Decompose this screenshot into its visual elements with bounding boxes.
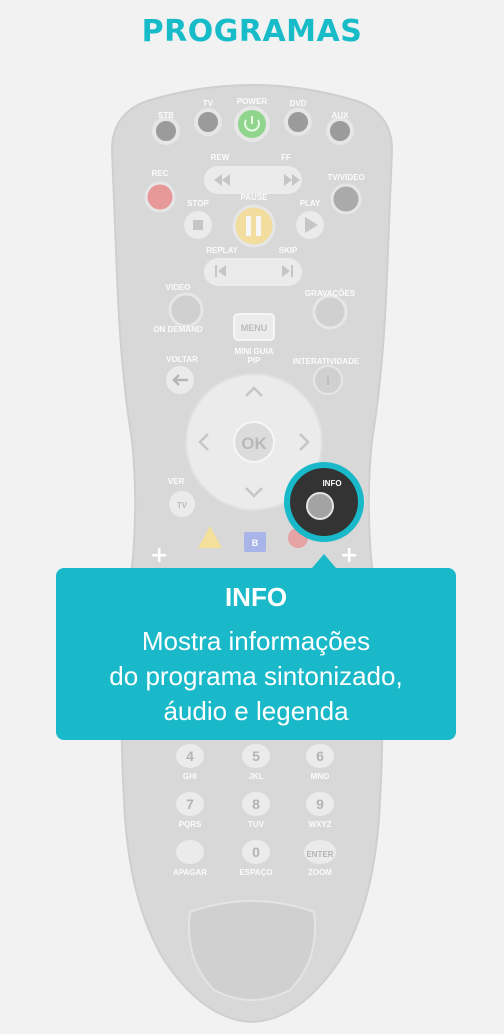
key-number-label: 4 [186, 748, 194, 764]
callout-title: INFO [224, 582, 288, 612]
key-sub-label: APAGAR [173, 868, 207, 877]
key-number-label: 7 [186, 796, 194, 812]
mini-guia-label: MINI GUIA [234, 347, 273, 356]
gravacoes-button[interactable] [312, 294, 348, 330]
play-button[interactable] [296, 211, 324, 239]
key-apagar-button[interactable] [176, 840, 204, 864]
key-sub-label: ESPAÇO [239, 868, 272, 877]
pause-label: PAUSE [241, 193, 269, 202]
aux-label: AUX [332, 111, 350, 120]
aux-button[interactable] [326, 117, 354, 145]
keypad: 4 GHI 5 JKL 6 MNO 7 PQRS 8 TUV 9 WXYZ APAGAR 0 ESPAÇO E… [173, 744, 336, 877]
play-label: PLAY [300, 199, 321, 208]
stop-icon [193, 220, 203, 230]
remote-control: STB TV POWER DVD AUX REW FF REC TV/VIDEO… [110, 84, 394, 1024]
tv-label: TV [203, 99, 214, 108]
voltar-label: VOLTAR [166, 355, 198, 364]
key-sub-label: TUV [248, 820, 265, 829]
stb-button[interactable] [152, 117, 180, 145]
skip-label: SKIP [279, 246, 298, 255]
key-sub-label: GHI [183, 772, 197, 781]
gravacoes-label: GRAVAÇÕES [305, 289, 356, 298]
stop-button[interactable] [184, 211, 212, 239]
stb-label: STB [158, 111, 174, 120]
key-number-label: 6 [316, 748, 324, 764]
ver-label: VER [168, 477, 185, 486]
video-on-demand-button[interactable] [168, 292, 204, 328]
info-callout: INFO Mostra informações do programa sint… [56, 568, 456, 740]
video-label: VIDEO [166, 283, 191, 292]
info-button-label: INFO [322, 479, 341, 488]
tv-button[interactable] [194, 108, 222, 136]
replay-label: REPLAY [206, 246, 238, 255]
callout-description: Mostra informações do programa sintoniza… [109, 626, 403, 726]
key-sub-label: WXYZ [308, 820, 331, 829]
plus-left: + [150, 543, 169, 568]
plus-right: + [340, 543, 359, 568]
key-number-label: 9 [316, 796, 324, 812]
on-demand-label: ON DEMAND [153, 325, 203, 334]
info-button-highlight[interactable] [284, 462, 364, 542]
power-button[interactable] [234, 106, 270, 142]
ok-label: OK [241, 434, 267, 453]
b-label: B [252, 538, 259, 548]
tv-small-label: TV [177, 501, 188, 510]
ff-label: FF [281, 153, 291, 162]
tv-video-label: TV/VIDEO [327, 173, 364, 182]
stop-label: STOP [187, 199, 209, 208]
rew-label: REW [211, 153, 230, 162]
key-number-label: 0 [252, 844, 260, 860]
voltar-button[interactable] [166, 366, 194, 394]
tv-video-button[interactable] [330, 183, 362, 215]
pip-label: PIP [248, 356, 262, 365]
dvd-button[interactable] [284, 108, 312, 136]
key-sub-label: PQRS [179, 820, 202, 829]
rec-button[interactable] [144, 181, 176, 213]
key-sub-label: MNO [311, 772, 330, 781]
menu-label: MENU [241, 323, 268, 333]
key-sub-label: ZOOM [308, 868, 332, 877]
key-sub-label: JKL [248, 772, 263, 781]
dvd-label: DVD [290, 99, 307, 108]
rec-label: REC [152, 169, 169, 178]
key-number-label: 5 [252, 748, 260, 764]
pause-button[interactable] [232, 204, 276, 248]
key-number-label: ENTER [306, 850, 333, 859]
info-i-icon: i [326, 373, 330, 388]
key-number-label: 8 [252, 796, 260, 812]
interatividade-label: INTERATIVIDADE [293, 357, 360, 366]
power-label: POWER [237, 97, 267, 106]
interatividade-button[interactable]: i [313, 365, 343, 395]
